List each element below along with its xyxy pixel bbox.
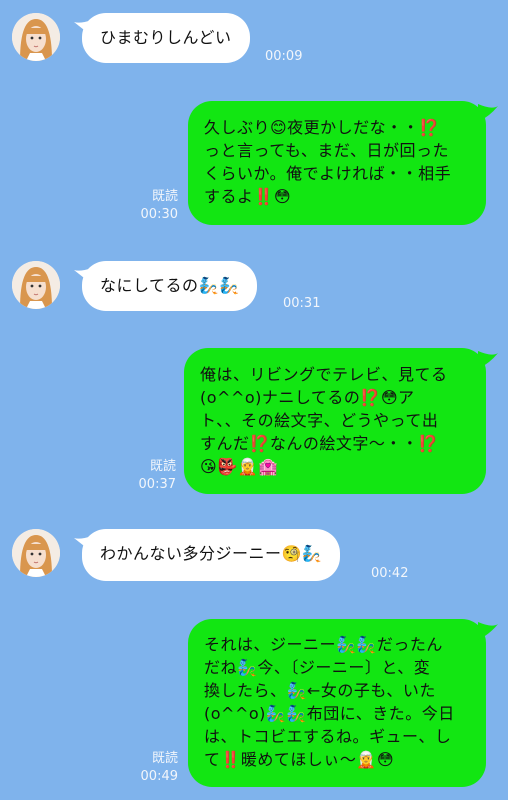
message-line: 😘👺🧝🏩 — [200, 457, 279, 476]
outgoing-message[interactable]: それは、ジーニー🧞🧞だったん だね🧞今、〔ジーニー〕と、変 換したら、🧞←女の子… — [188, 619, 486, 787]
message-line: 俺は、リビングでテレビ、見てる — [200, 365, 448, 384]
read-receipt: 既読 00:37 — [130, 458, 176, 494]
message-time: 00:37 — [138, 477, 176, 492]
message-line: 久しぶり😊夜更かしだな・・⁉️ — [204, 118, 440, 137]
read-receipt: 既読 00:30 — [132, 188, 178, 224]
message-line: くらいか。俺でよければ・・相手 — [204, 164, 452, 183]
message-line: (o^^o)🧞🧞布団に、きた。今日 — [204, 704, 455, 723]
incoming-message[interactable]: わかんない多分ジーニー🧐🧞 — [82, 529, 341, 581]
read-label: 既読 — [151, 751, 178, 766]
message-line: するよ‼️😳 — [204, 187, 292, 206]
outgoing-message[interactable]: 俺は、リビングでテレビ、見てる (o^^o)ナニしてるの⁉️😳ア ト、、その絵文… — [184, 348, 486, 494]
bubble-tail — [478, 622, 498, 640]
message-line: (o^^o)ナニしてるの⁉️😳ア — [200, 388, 415, 407]
friend-avatar[interactable] — [12, 13, 60, 61]
message-line: それは、ジーニー🧞🧞だったん — [204, 635, 443, 654]
message-time: 00:42 — [371, 566, 409, 581]
message-time: 00:09 — [265, 49, 303, 64]
bubble-tail — [478, 104, 498, 122]
message-text: ひまむりしんどい — [100, 28, 232, 47]
message-line: っと言っても、まだ、日が回った — [204, 141, 449, 160]
read-label: 既読 — [151, 189, 178, 204]
bubble-tail — [478, 351, 498, 369]
outgoing-message[interactable]: 久しぶり😊夜更かしだな・・⁉️ っと言っても、まだ、日が回った くらいか。俺でよ… — [188, 101, 486, 225]
message-line: ト、、その絵文字、どうやって出 — [200, 411, 439, 430]
friend-avatar[interactable] — [12, 261, 60, 309]
message-time: 00:49 — [140, 769, 178, 784]
read-label: 既読 — [149, 459, 176, 474]
message-text: なにしてるの🧞🧞 — [100, 276, 240, 295]
girl-avatar-icon — [12, 529, 60, 577]
message-time: 00:30 — [140, 207, 178, 222]
message-line: て‼️暖めてほしぃ〜🧝😳 — [204, 750, 395, 769]
message-time: 00:31 — [283, 296, 321, 311]
message-text: わかんない多分ジーニー🧐🧞 — [100, 544, 323, 563]
incoming-message[interactable]: なにしてるの🧞🧞 — [82, 261, 258, 311]
message-line: すんだ⁉️なんの絵文字〜・・⁉️ — [200, 434, 439, 453]
friend-avatar[interactable] — [12, 529, 60, 577]
message-line: 換したら、🧞←女の子も、いた — [204, 681, 436, 700]
incoming-message[interactable]: ひまむりしんどい — [82, 13, 250, 63]
message-line: は、トコビエするね。ギュー、し — [204, 727, 452, 746]
girl-avatar-icon — [12, 13, 60, 61]
message-line: だね🧞今、〔ジーニー〕と、変 — [204, 658, 431, 677]
read-receipt: 既読 00:49 — [132, 750, 178, 786]
girl-avatar-icon — [12, 261, 60, 309]
